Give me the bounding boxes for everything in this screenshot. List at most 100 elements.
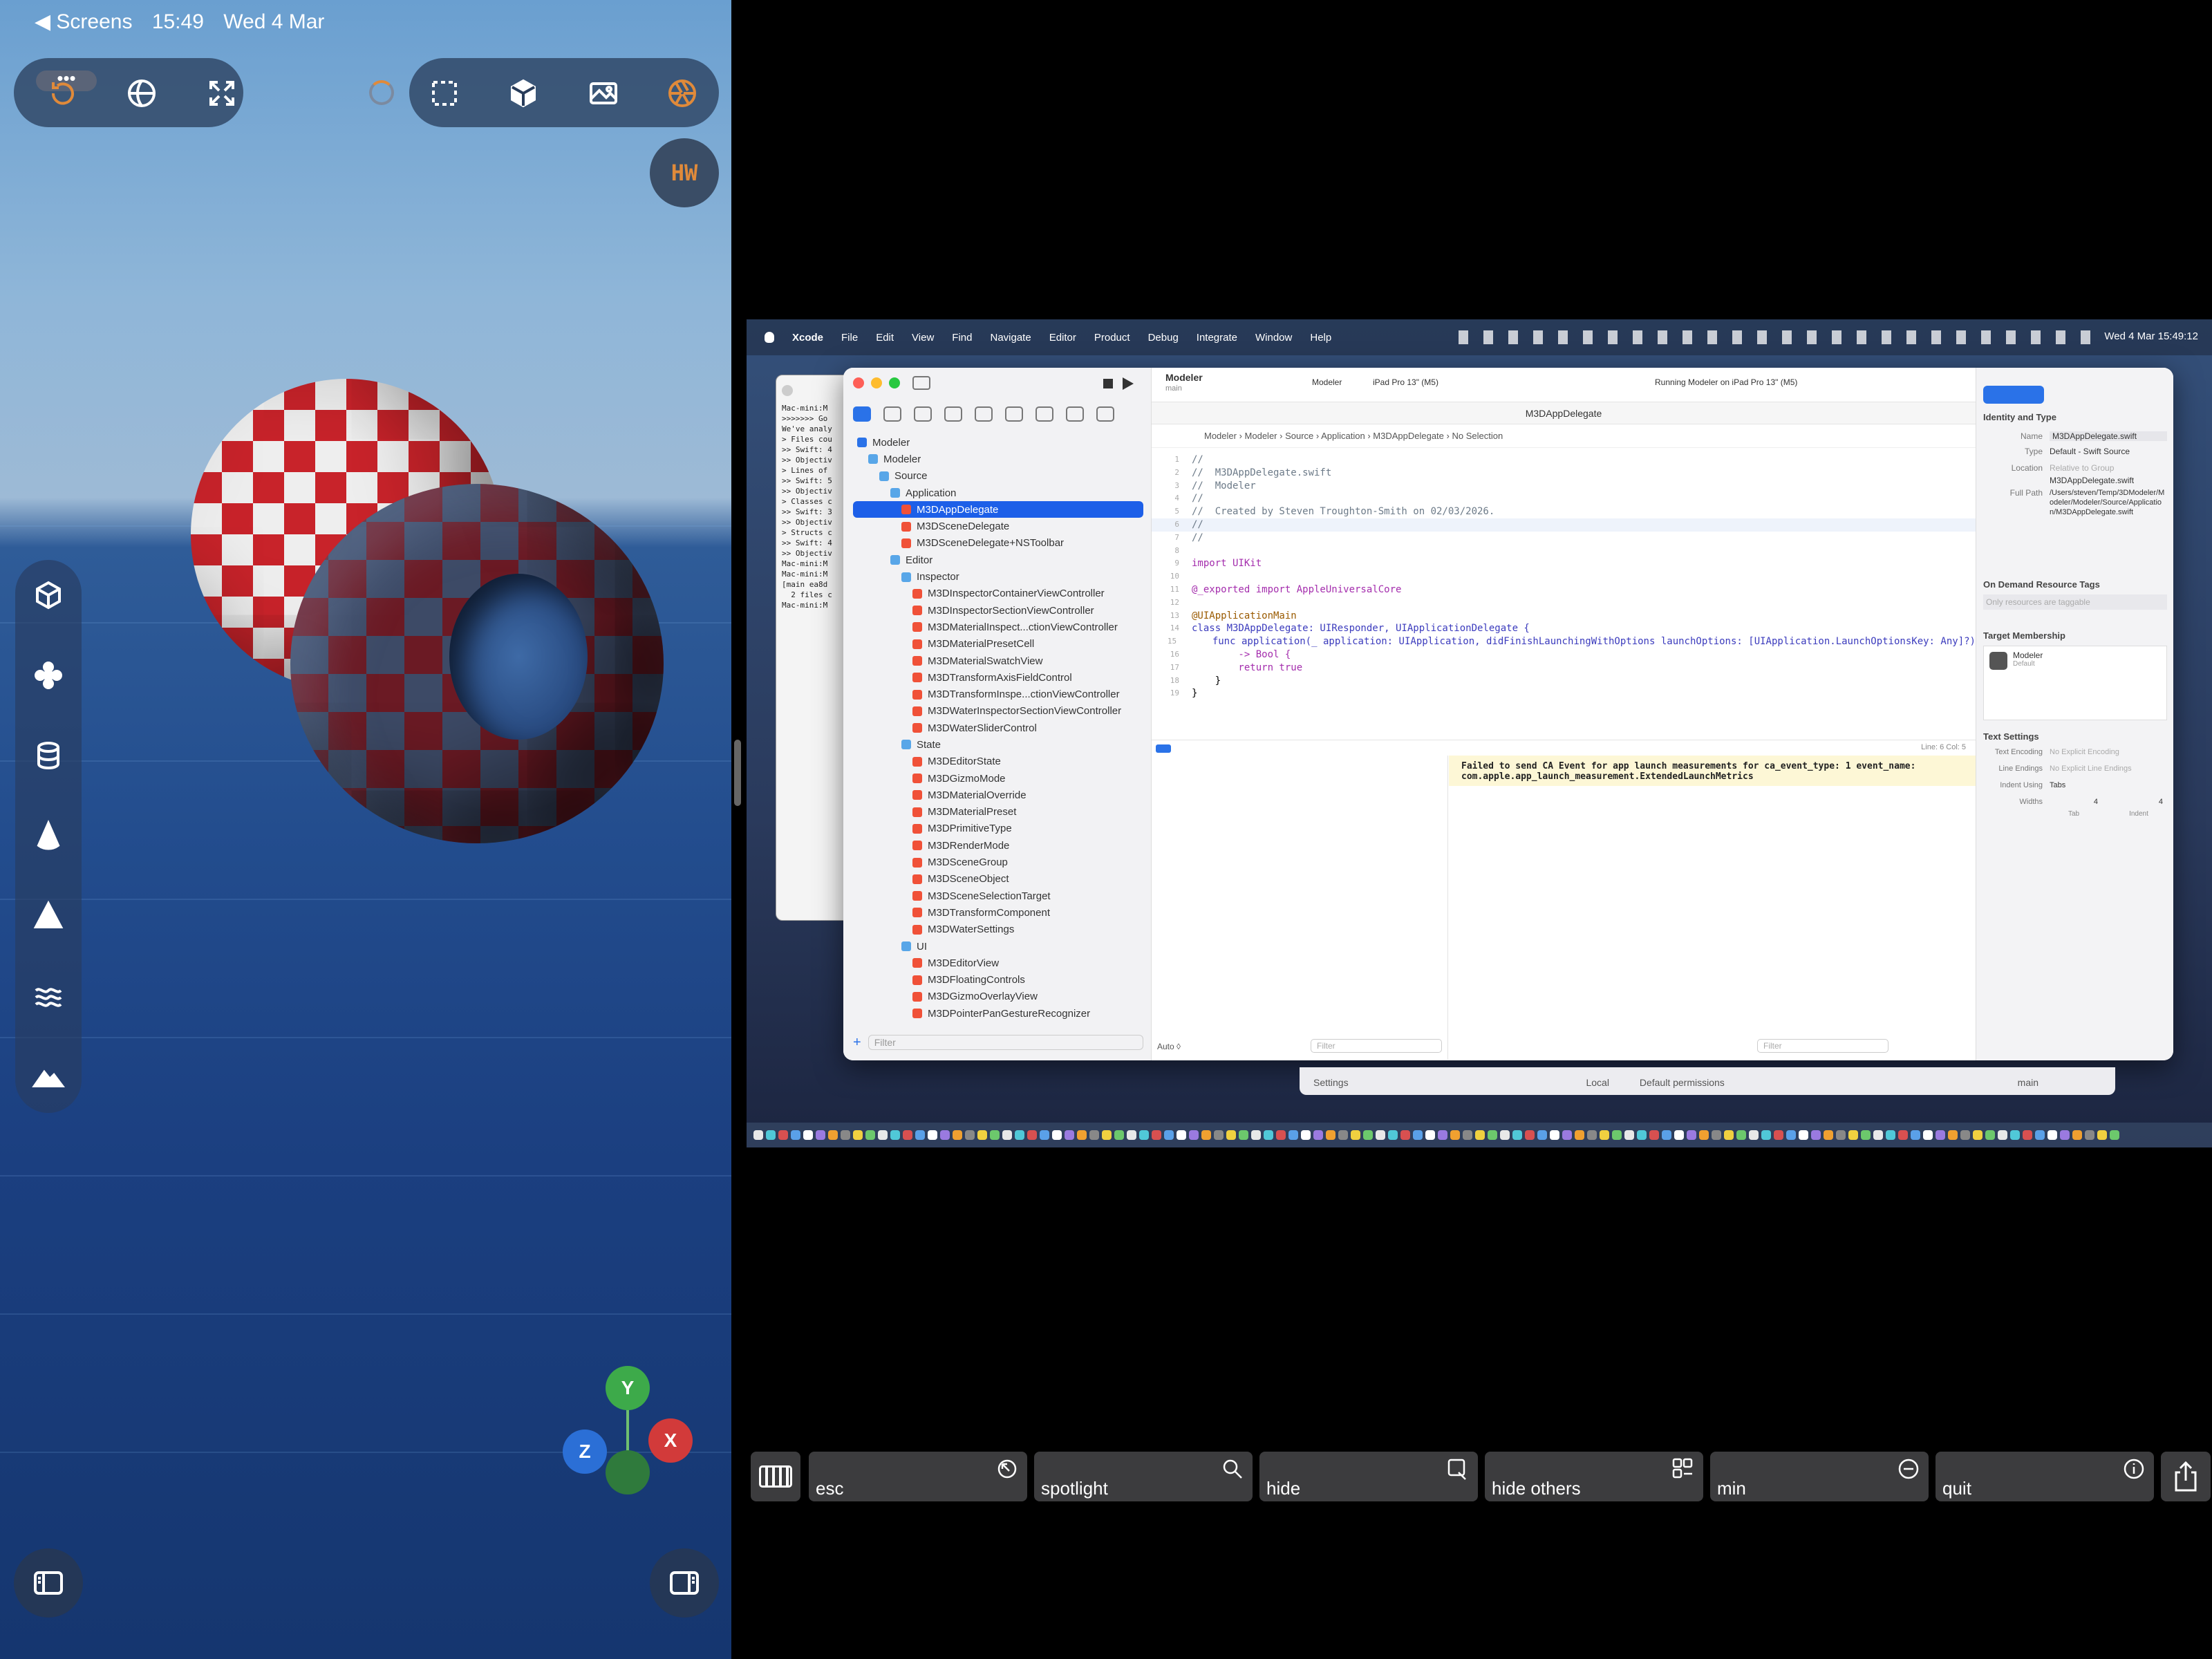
fullscreen-icon[interactable] (198, 69, 246, 118)
axis-y-handle[interactable]: Y (606, 1366, 650, 1410)
dock-app-icon[interactable] (1724, 1130, 1734, 1140)
min-key[interactable]: min (1710, 1452, 1929, 1501)
tree-file[interactable]: M3DMaterialOverride (853, 787, 1143, 803)
jump-bar-item[interactable]: M3DAppDelegate (1373, 431, 1444, 441)
dock-app-icon[interactable] (1239, 1130, 1248, 1140)
tree-file[interactable]: M3DMaterialPreset (853, 804, 1143, 821)
dock-app-icon[interactable] (1662, 1130, 1671, 1140)
dock-app-icon[interactable] (1612, 1130, 1622, 1140)
terminal-close-button[interactable] (782, 385, 793, 396)
name-field[interactable]: M3DAppDelegate.swift (2050, 431, 2167, 441)
dock-app-icon[interactable] (2085, 1130, 2094, 1140)
dock-app-icon[interactable] (1089, 1130, 1099, 1140)
tree-file[interactable]: M3DFloatingControls (853, 972, 1143, 988)
dock-app-icon[interactable] (1139, 1130, 1149, 1140)
dock-app-icon[interactable] (1313, 1130, 1323, 1140)
dock-app-icon[interactable] (2110, 1130, 2119, 1140)
tree-file[interactable]: M3DMaterialPresetCell (853, 636, 1143, 653)
code-area[interactable]: 1 // 2 // M3DAppDelegate.swift 3 // Modeler 4 /… (1152, 453, 1976, 700)
target-name[interactable]: Modeler (2013, 650, 2043, 660)
left-panel-toggle-icon[interactable] (14, 1548, 83, 1618)
esc-key[interactable]: esc (809, 1452, 1027, 1501)
breakpoints-tab[interactable] (1066, 406, 1084, 422)
dock-app-icon[interactable] (1475, 1130, 1485, 1140)
jump-bar-item[interactable]: Modeler (1245, 431, 1277, 441)
dock-app-icon[interactable] (1587, 1130, 1597, 1140)
dock-app-icon[interactable] (940, 1130, 950, 1140)
code-line[interactable]: 11 @_exported import AppleUniversalCore (1152, 583, 1976, 597)
dock-app-icon[interactable] (1923, 1130, 1933, 1140)
dock-app-icon[interactable] (1736, 1130, 1746, 1140)
code-line[interactable]: 9 import UIKit (1152, 557, 1976, 570)
tree-file[interactable]: M3DInspectorSectionViewController (853, 602, 1143, 619)
tree-file[interactable]: M3DWaterSettings (853, 921, 1143, 938)
dock-app-icon[interactable] (2010, 1130, 2020, 1140)
dock-app-icon[interactable] (2072, 1130, 2082, 1140)
run-button[interactable] (1123, 377, 1134, 390)
issues-tab[interactable] (975, 406, 993, 422)
dock-app-icon[interactable] (953, 1130, 962, 1140)
dock-app-icon[interactable] (1824, 1130, 1833, 1140)
dock-app-icon[interactable] (1363, 1130, 1373, 1140)
dock-app-icon[interactable] (1152, 1130, 1161, 1140)
dock-app-icon[interactable] (778, 1130, 788, 1140)
dock-app-icon[interactable] (1400, 1130, 1410, 1140)
tree-file[interactable]: M3DSceneDelegate+NSToolbar (853, 535, 1143, 552)
local-select[interactable]: Local (1586, 1077, 1609, 1088)
dock-app-icon[interactable] (1015, 1130, 1024, 1140)
dock-app-icon[interactable] (1848, 1130, 1858, 1140)
dock-app-icon[interactable] (1562, 1130, 1572, 1140)
dock-app-icon[interactable] (2047, 1130, 2057, 1140)
tree-file[interactable]: M3DRenderMode (853, 837, 1143, 854)
breakpoint-toggle-icon[interactable] (1156, 744, 1171, 753)
dock-app-icon[interactable] (2035, 1130, 2045, 1140)
axis-gizmo[interactable]: Y X Z (553, 1362, 705, 1514)
indent-width-stepper[interactable]: 4 (2115, 798, 2163, 806)
scheme-selector[interactable]: Modeler (1312, 377, 1342, 387)
dock-app-icon[interactable] (1637, 1130, 1647, 1140)
dock-app-icon[interactable] (1512, 1130, 1522, 1140)
split-view-divider[interactable] (734, 740, 741, 806)
dock-app-icon[interactable] (1712, 1130, 1721, 1140)
image-icon[interactable] (579, 69, 628, 118)
tree-file[interactable]: M3DSceneSelectionTarget (853, 888, 1143, 904)
jump-bar-item[interactable]: Application (1321, 431, 1365, 441)
indent-select[interactable]: Tabs (2050, 781, 2167, 789)
console-filter-input[interactable]: Filter (1757, 1039, 1888, 1053)
tree-folder[interactable]: Application (853, 485, 1143, 501)
terrain-icon[interactable] (24, 1052, 73, 1100)
tree-file[interactable]: M3DEditorView (853, 955, 1143, 971)
dock-app-icon[interactable] (1898, 1130, 1908, 1140)
debug-tab[interactable] (1035, 406, 1053, 422)
dock-app-icon[interactable] (1438, 1130, 1447, 1140)
tree-folder[interactable]: State (853, 736, 1143, 753)
dock-app-icon[interactable] (1786, 1130, 1796, 1140)
dock-app-icon[interactable] (1127, 1130, 1136, 1140)
dock-app-icon[interactable] (1624, 1130, 1634, 1140)
back-to-screens-link[interactable]: ◀ Screens (35, 10, 132, 33)
tree-file[interactable]: M3DPrimitiveType (853, 821, 1143, 837)
dock-app-icon[interactable] (865, 1130, 875, 1140)
code-line[interactable]: 5 // Created by Steven Troughton-Smith on… (1152, 505, 1976, 518)
menu-debug[interactable]: Debug (1148, 332, 1179, 344)
bookmark-tab[interactable] (914, 406, 932, 422)
dock-app-icon[interactable] (1450, 1130, 1460, 1140)
jump-bar[interactable]: Modeler › Modeler › Source › Application… (1152, 424, 1976, 448)
dock-app-icon[interactable] (803, 1130, 813, 1140)
code-line[interactable]: 2 // M3DAppDelegate.swift (1152, 467, 1976, 480)
tree-file[interactable]: M3DTransformAxisFieldControl (853, 669, 1143, 686)
dock-app-icon[interactable] (1525, 1130, 1535, 1140)
project-name[interactable]: Modeler (1165, 372, 1203, 383)
menu-integrate[interactable]: Integrate (1197, 332, 1237, 344)
dock-app-icon[interactable] (903, 1130, 912, 1140)
axis-z-handle[interactable]: Z (563, 1430, 607, 1474)
tree-folder[interactable]: Inspector (853, 568, 1143, 585)
dock-app-icon[interactable] (1002, 1130, 1012, 1140)
dock-app-icon[interactable] (878, 1130, 888, 1140)
dock-app-icon[interactable] (1600, 1130, 1609, 1140)
render-aperture-icon[interactable] (658, 69, 706, 118)
code-line[interactable]: 17 return true (1152, 662, 1976, 675)
code-line[interactable]: 1 // (1152, 453, 1976, 467)
tree-file[interactable]: M3DInspectorContainerViewController (853, 585, 1143, 602)
history-inspector-tab[interactable] (2051, 386, 2105, 404)
